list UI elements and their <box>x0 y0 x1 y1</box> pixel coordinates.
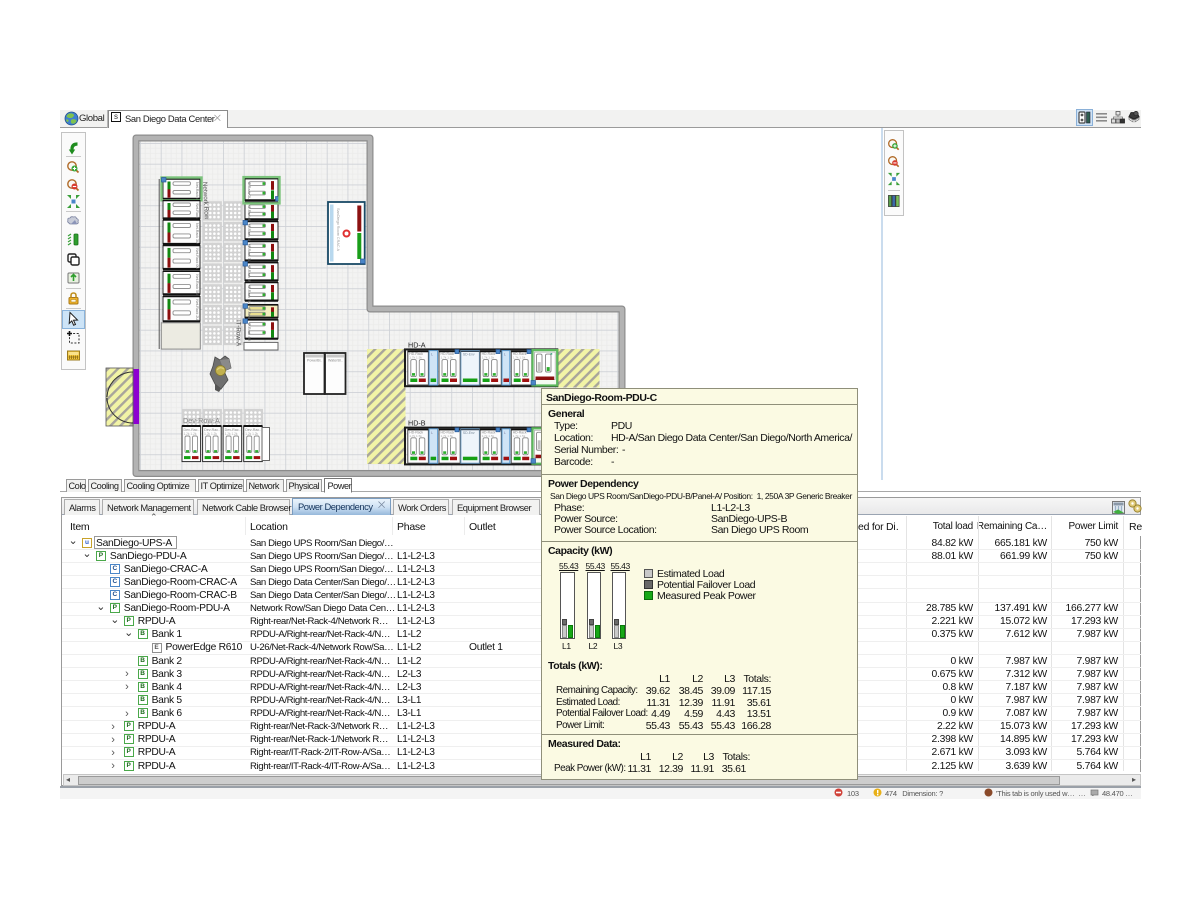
svg-text:1.7k 1.5k: 1.7k 1.5k <box>513 434 526 438</box>
svg-text:IT-Rack 2U: IT-Rack 2U <box>247 286 251 304</box>
svg-text:■: ■ <box>550 352 552 356</box>
svg-text:1.7k 1.5k: 1.7k 1.5k <box>482 434 495 438</box>
svg-text:IT-Rack 4U: IT-Rack 4U <box>247 323 251 341</box>
svg-text:1.7k 1.5k: 1.7k 1.5k <box>441 356 454 360</box>
svg-text:Net-Rack 0U: Net-Rack 0U <box>195 248 199 269</box>
svg-text:SD-Env: SD-Env <box>463 353 475 357</box>
svg-text:Dev-Row-A: Dev-Row-A <box>183 416 220 425</box>
svg-text:1.2k 1.2k: 1.2k 1.2k <box>225 432 238 436</box>
svg-text:1.2k 1.2k: 1.2k 1.2k <box>204 432 217 436</box>
svg-text:1.7k 1.5k: 1.7k 1.5k <box>482 356 495 360</box>
svg-text:1.2k 1.2k: 1.2k 1.2k <box>245 432 258 436</box>
svg-text:HD-B: HD-B <box>408 419 426 428</box>
svg-text:HD-A: HD-A <box>408 340 426 349</box>
svg-text:Net-Rack 5U: Net-Rack 5U <box>195 274 199 295</box>
svg-text:WaterBl..: WaterBl.. <box>328 359 343 363</box>
svg-text:SanDiego Room CRAC A: SanDiego Room CRAC A <box>336 208 340 252</box>
svg-text:1.7k 1.5k: 1.7k 1.5k <box>441 434 454 438</box>
svg-text:IT-Rack 3U: IT-Rack 3U <box>247 266 251 284</box>
svg-text:IT-Rack 3U: IT-Rack 3U <box>247 244 251 262</box>
svg-text:1.2k 1.2k: 1.2k 1.2k <box>184 432 197 436</box>
svg-text:1.7k 1.5k: 1.7k 1.5k <box>409 356 422 360</box>
svg-text:L: L <box>431 431 433 435</box>
svg-text:IT-Rack 3U: IT-Rack 3U <box>247 182 251 200</box>
svg-text:Net-Rack 2U: Net-Rack 2U <box>195 299 199 320</box>
svg-text:IT-Row-A: IT-Row-A <box>235 320 242 347</box>
svg-text:L: L <box>504 353 506 357</box>
svg-text:Net-Rack 3U: Net-Rack 3U <box>195 223 199 244</box>
svg-text:SD-Env: SD-Env <box>463 431 475 435</box>
svg-text:L: L <box>504 431 506 435</box>
svg-text:PowerBl..: PowerBl.. <box>307 359 322 363</box>
svg-text:1.7k 1.5k: 1.7k 1.5k <box>409 434 422 438</box>
svg-text:IT-Rack 4U: IT-Rack 4U <box>247 224 251 242</box>
svg-text:L: L <box>431 353 433 357</box>
svg-text:1.7k 1.5k: 1.7k 1.5k <box>513 356 526 360</box>
